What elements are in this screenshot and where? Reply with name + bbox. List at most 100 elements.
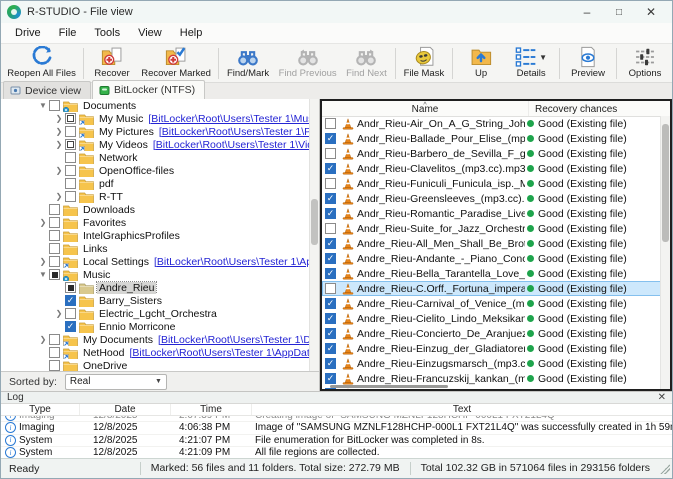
expand-icon[interactable]: ❯ [53, 127, 65, 136]
file-row[interactable]: Andr_Rieu-Barbero_de_Sevilla_F_garo_-_La… [322, 146, 661, 161]
expand-icon[interactable]: ❯ [53, 166, 65, 175]
file-checkbox-checked[interactable]: ✓ [325, 133, 336, 144]
file-checkbox-checked[interactable]: ✓ [325, 313, 336, 324]
toolbar-button-recover-marked[interactable]: Recover Marked [137, 45, 215, 82]
toolbar-button-recover[interactable]: Recover [87, 45, 137, 82]
file-checkbox-checked[interactable]: ✓ [325, 298, 336, 309]
file-row[interactable]: ✓Andre_Rieu-Andante_-_Piano_Concerto_No.… [322, 251, 661, 266]
tree-item-onedrive[interactable]: OneDrive [1, 359, 319, 372]
tree-item-barry-sisters[interactable]: ✓Barry_Sisters [1, 294, 319, 307]
menu-file[interactable]: File [51, 25, 85, 41]
sorted-by-select[interactable]: Real ▼ [65, 374, 167, 390]
log-column-type[interactable]: Type [1, 404, 80, 415]
file-row[interactable]: Andr_Rieu-Funiculi_Funicula_isp._Mario_L… [322, 176, 661, 191]
menu-tools[interactable]: Tools [86, 25, 128, 41]
file-checkbox-checked[interactable]: ✓ [325, 268, 336, 279]
tab-bitlocker-ntfs[interactable]: BitLocker (NTFS) [92, 80, 205, 99]
tree-checkbox-checked[interactable]: ✓ [65, 295, 76, 306]
collapse-icon[interactable]: ▼ [37, 101, 49, 110]
tab-device-view[interactable]: Device view [3, 81, 91, 99]
column-header-name[interactable]: ^ Name [322, 101, 529, 116]
column-header-recovery-chances[interactable]: Recovery chances [529, 101, 670, 116]
tree-checkbox-unchecked[interactable] [49, 256, 60, 267]
file-checkbox-checked[interactable]: ✓ [325, 208, 336, 219]
tree-checkbox-unchecked[interactable] [49, 334, 60, 345]
tree-checkbox-unchecked[interactable] [65, 191, 76, 202]
file-row[interactable]: ✓Andre_Rieu-Bella_Tarantella_Love_inVeni… [322, 266, 661, 281]
tree-item-nethood[interactable]: NetHood[BitLocker\Root\Users\Tester 1\Ap… [1, 346, 319, 359]
file-row[interactable]: ✓Andre_Rieu-Einzug_der_Gladiatoren_nemec… [322, 341, 661, 356]
collapse-icon[interactable]: ▼ [37, 270, 49, 279]
file-row[interactable]: ✓Andre_Rieu-Einzugsmarsch_(mp3.cc).mp3Go… [322, 356, 661, 371]
file-checkbox-unchecked[interactable] [325, 283, 336, 294]
tree-item-music[interactable]: ▼Music [1, 268, 319, 281]
tree-checkbox-unchecked[interactable] [49, 360, 60, 371]
close-button[interactable]: ✕ [642, 5, 660, 19]
toolbar-button-reopen-all-files[interactable]: Reopen All Files [3, 45, 80, 82]
menu-drive[interactable]: Drive [7, 25, 49, 41]
tree-checkbox-unchecked[interactable] [49, 230, 60, 241]
toolbar-button-details[interactable]: ▼Details [506, 45, 556, 82]
toolbar-button-find-previous[interactable]: Find Previous [274, 45, 341, 82]
tree-item-my-pictures[interactable]: ❯My Pictures[BitLocker\Root\Users\Tester… [1, 125, 319, 138]
minimize-button[interactable]: – [578, 5, 596, 19]
tree-checkbox-partial[interactable] [65, 139, 76, 150]
file-list-horizontal-scrollbar[interactable] [330, 385, 448, 388]
tree-item-r-tt[interactable]: ❯R-TT [1, 190, 319, 203]
file-row[interactable]: ✓Andre_Rieu-Cielito_Lindo_Meksikanskaya_… [322, 311, 661, 326]
tree-item-andre-rieu[interactable]: Andre_Rieu [1, 281, 319, 294]
file-row[interactable]: ✓Andr_Rieu-Ballade_Pour_Elise_(mp3.cc).m… [322, 131, 661, 146]
tree-item-documents[interactable]: ▼Documents [1, 99, 319, 112]
tree-checkbox-unchecked[interactable] [65, 308, 76, 319]
tree-item-electric-lgcht-orchestra[interactable]: ❯Electric_Lgcht_Orchestra [1, 307, 319, 320]
tree-checkbox-unchecked[interactable] [65, 178, 76, 189]
tree-item-downloads[interactable]: Downloads [1, 203, 319, 216]
expand-icon[interactable]: ❯ [53, 309, 65, 318]
tree-checkbox-partial[interactable] [65, 113, 76, 124]
file-row[interactable]: ✓Andre_Rieu-Francuzskij_kankan_(mp3.cc).… [322, 371, 661, 386]
file-row[interactable]: ✓Andr_Rieu-Greensleeves_(mp3.cc).mp3Good… [322, 191, 661, 206]
toolbar-button-find-mark[interactable]: Find/Mark [222, 45, 274, 82]
file-checkbox-checked[interactable]: ✓ [325, 193, 336, 204]
file-row[interactable]: ✓Andre_Rieu-All_Men_Shall_Be_Brothers_Fr… [322, 236, 661, 251]
file-row[interactable]: ✓Andr_Rieu-Romantic_Paradise_Live_in_Ita… [322, 206, 661, 221]
expand-icon[interactable]: ❯ [37, 335, 49, 344]
tree-checkbox-partialdark[interactable] [49, 269, 60, 280]
tree-item-link-path[interactable]: [BitLocker\Root\Users\Tester 1\Documents… [158, 334, 319, 346]
tree-checkbox-unchecked[interactable] [49, 243, 60, 254]
resize-grip[interactable] [660, 464, 670, 474]
file-checkbox-checked[interactable]: ✓ [325, 358, 336, 369]
toolbar-button-options[interactable]: Options [620, 45, 670, 82]
log-close-icon[interactable]: ✕ [658, 392, 666, 403]
tree-item-my-music[interactable]: ❯My Music[BitLocker\Root\Users\Tester 1\… [1, 112, 319, 125]
tree-item-links[interactable]: Links [1, 242, 319, 255]
tree-checkbox-checked[interactable]: ✓ [65, 321, 76, 332]
tree-item-favorites[interactable]: ❯Favorites [1, 216, 319, 229]
log-column-date[interactable]: Date [80, 404, 171, 415]
tree-vertical-scrollbar[interactable] [309, 99, 319, 371]
maximize-button[interactable]: □ [610, 7, 628, 18]
file-row[interactable]: ✓Andre_Rieu-Carnival_of_Venice_(mp3.cc).… [322, 296, 661, 311]
chevron-down-icon[interactable]: ▼ [539, 53, 547, 62]
tree-checkbox-partialdark[interactable] [65, 282, 76, 293]
tree-item-intelgraphicsprofiles[interactable]: IntelGraphicsProfiles [1, 229, 319, 242]
log-column-text[interactable]: Text [252, 404, 672, 415]
tree-checkbox-unchecked[interactable] [49, 347, 60, 358]
toolbar-button-find-next[interactable]: Find Next [341, 45, 392, 82]
tree-item-my-documents[interactable]: ❯My Documents[BitLocker\Root\Users\Teste… [1, 333, 319, 346]
file-row[interactable]: ✓Andr_Rieu-Clavelitos_(mp3.cc).mp3Good (… [322, 161, 661, 176]
tree-item-link-path[interactable]: [BitLocker\Root\Users\Tester 1\Pictures] [159, 126, 319, 138]
expand-icon[interactable]: ❯ [53, 192, 65, 201]
tree-item-local-settings[interactable]: ❯Local Settings[BitLocker\Root\Users\Tes… [1, 255, 319, 268]
tree-item-link-path[interactable]: [BitLocker\Root\Users\Tester 1\Videos] [153, 139, 319, 151]
tree-item-link-path[interactable]: [BitLocker\Root\Users\Tester 1\AppData\L… [154, 256, 319, 268]
file-checkbox-unchecked[interactable] [325, 178, 336, 189]
file-checkbox-checked[interactable]: ✓ [325, 253, 336, 264]
tree-checkbox-unchecked[interactable] [49, 217, 60, 228]
tree-item-pdf[interactable]: pdf [1, 177, 319, 190]
log-column-time[interactable]: Time [171, 404, 252, 415]
tree-checkbox-unchecked[interactable] [49, 100, 60, 111]
tree-checkbox-unchecked[interactable] [49, 204, 60, 215]
file-row[interactable]: ✓Andre_Rieu-Concierto_De_Aranjuez_(mp3.c… [322, 326, 661, 341]
expand-icon[interactable]: ❯ [53, 140, 65, 149]
